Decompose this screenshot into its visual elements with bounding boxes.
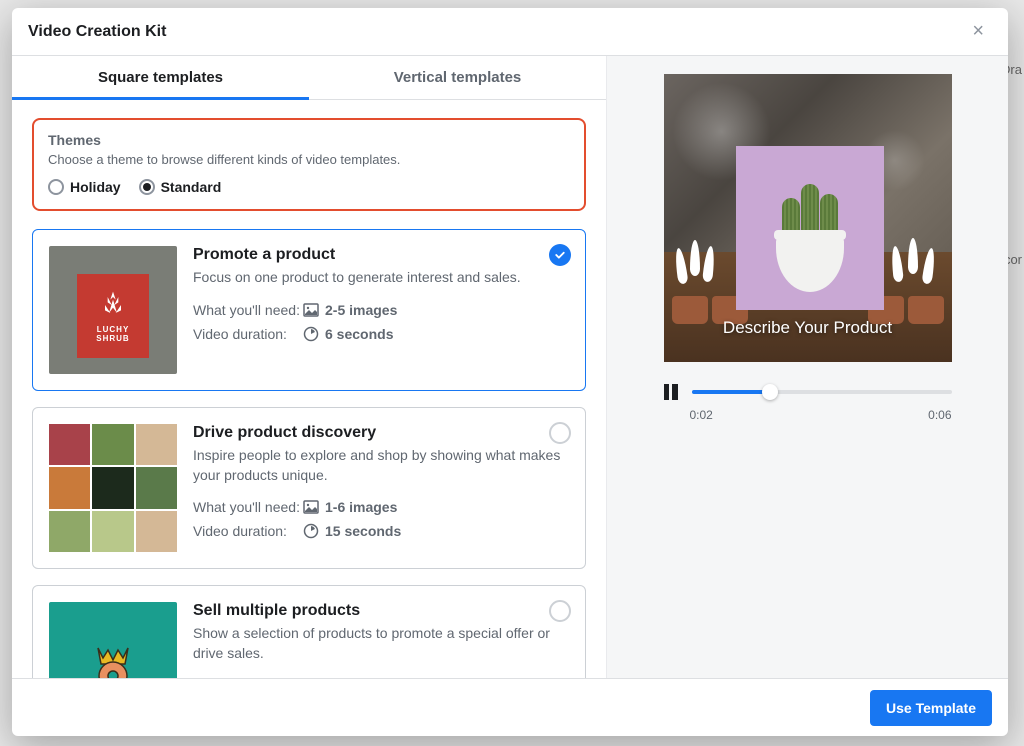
radio-icon <box>139 179 155 195</box>
need-label: What you'll need: <box>193 499 303 515</box>
left-pane: Square templates Vertical templates Them… <box>12 56 607 678</box>
video-creation-kit-modal: Video Creation Kit × Square templates Ve… <box>12 8 1008 736</box>
template-duration-row: Video duration: 6 seconds <box>193 326 569 342</box>
progress-thumb[interactable] <box>762 384 778 400</box>
time-labels: 0:02 0:06 <box>690 408 952 422</box>
tabs: Square templates Vertical templates <box>12 56 606 100</box>
template-title: Drive product discovery <box>193 424 569 442</box>
use-template-button[interactable]: Use Template <box>870 690 992 726</box>
template-duration-row: Video duration: 15 seconds <box>193 523 569 539</box>
themes-description: Choose a theme to browse different kinds… <box>48 152 570 167</box>
template-card-drive-discovery[interactable]: Drive product discovery Inspire people t… <box>32 407 586 569</box>
duration-label: Video duration: <box>193 523 303 539</box>
theme-radio-holiday[interactable]: Holiday <box>48 179 121 195</box>
template-title: Sell multiple products <box>193 602 569 620</box>
template-card-sell-multiple[interactable]: Sell multiple products Show a selection … <box>32 585 586 678</box>
tab-square-templates[interactable]: Square templates <box>12 56 309 99</box>
modal-title: Video Creation Kit <box>28 23 166 41</box>
progress-fill <box>692 390 770 394</box>
template-description: Focus on one product to generate interes… <box>193 268 569 288</box>
tab-vertical-templates[interactable]: Vertical templates <box>309 56 606 99</box>
preview-caption: Describe Your Product <box>664 318 952 338</box>
template-need-row: What you'll need: 2-5 images <box>193 302 569 318</box>
need-value: 1-6 images <box>325 499 397 515</box>
template-card-promote-product[interactable]: LUCHY SHRUB Promote a product Focus on o… <box>32 229 586 391</box>
close-icon[interactable]: × <box>964 16 992 47</box>
template-thumbnail <box>49 602 177 678</box>
total-time: 0:06 <box>928 408 951 422</box>
templates-scroll[interactable]: Themes Choose a theme to browse differen… <box>12 100 606 678</box>
template-need-row: What you'll need: 1-6 images <box>193 499 569 515</box>
thumb-text: LUCHY <box>97 325 130 334</box>
clock-icon <box>303 326 319 342</box>
player-controls <box>664 384 952 400</box>
template-thumbnail: LUCHY SHRUB <box>49 246 177 374</box>
preview-pane: Describe Your Product 0:02 0:06 <box>607 56 1008 678</box>
modal-footer: Use Template <box>12 678 1008 736</box>
template-card-body: Promote a product Focus on one product t… <box>193 246 569 374</box>
radio-label: Standard <box>161 179 222 195</box>
progress-bar[interactable] <box>692 390 952 394</box>
images-icon <box>303 499 319 515</box>
selected-check-icon <box>549 244 571 266</box>
need-value: 2-5 images <box>325 302 397 318</box>
plant-icon <box>97 289 129 321</box>
unselected-indicator <box>549 422 571 444</box>
need-label: What you'll need: <box>193 302 303 318</box>
pause-button[interactable] <box>664 384 678 400</box>
template-card-body: Sell multiple products Show a selection … <box>193 602 569 678</box>
duration-label: Video duration: <box>193 326 303 342</box>
images-icon <box>303 302 319 318</box>
template-description: Inspire people to explore and shop by sh… <box>193 446 569 485</box>
theme-radio-standard[interactable]: Standard <box>139 179 222 195</box>
modal-body: Square templates Vertical templates Them… <box>12 56 1008 678</box>
duration-value: 6 seconds <box>325 326 393 342</box>
themes-section: Themes Choose a theme to browse differen… <box>32 118 586 211</box>
modal-header: Video Creation Kit × <box>12 8 1008 56</box>
themes-radio-group: Holiday Standard <box>48 179 570 195</box>
current-time: 0:02 <box>690 408 713 422</box>
radio-label: Holiday <box>70 179 121 195</box>
duration-value: 15 seconds <box>325 523 401 539</box>
unselected-indicator <box>549 600 571 622</box>
template-card-body: Drive product discovery Inspire people t… <box>193 424 569 552</box>
clock-icon <box>303 523 319 539</box>
template-thumbnail <box>49 424 177 552</box>
themes-title: Themes <box>48 132 570 148</box>
video-preview[interactable]: Describe Your Product <box>664 74 952 362</box>
template-description: Show a selection of products to promote … <box>193 624 569 663</box>
thumb-text: SHRUB <box>96 334 129 343</box>
crown-donut-icon <box>83 636 143 678</box>
template-title: Promote a product <box>193 246 569 264</box>
radio-icon <box>48 179 64 195</box>
